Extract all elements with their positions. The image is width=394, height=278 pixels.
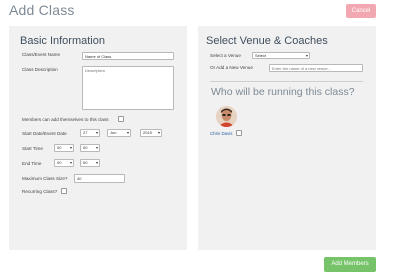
new-venue-input[interactable]: [269, 64, 363, 72]
max-size-label: Maximum Class Size?: [22, 176, 68, 181]
class-description-label: Class Description: [22, 67, 58, 72]
recurring-label: Recurring Class?: [22, 189, 58, 194]
chevron-down-icon: ▾: [69, 145, 72, 150]
class-name-label: Class/Event Name: [22, 52, 61, 57]
end-time-label: End Time: [22, 161, 42, 166]
class-description-textarea[interactable]: [82, 66, 174, 110]
start-minute-select[interactable]: 00 ▾: [80, 144, 100, 152]
recurring-checkbox[interactable]: [61, 188, 67, 194]
start-minute-value: 00: [83, 145, 88, 150]
coach-name-link[interactable]: Chris Davis: [210, 131, 232, 136]
start-time-label: Start Time: [22, 146, 43, 151]
chevron-down-icon: ▾: [305, 53, 308, 58]
venue-coaches-heading: Select Venue & Coaches: [206, 35, 328, 47]
new-venue-label: Or Add a New Venue: [210, 65, 253, 70]
chevron-down-icon: ▾: [69, 160, 72, 165]
chevron-down-icon: ▾: [126, 130, 129, 135]
cancel-button[interactable]: Cancel: [346, 4, 376, 18]
venue-select-value: Select: [255, 53, 267, 58]
chevron-down-icon: ▾: [95, 130, 98, 135]
coaches-heading: Who will be running this class?: [211, 86, 355, 98]
venue-select[interactable]: Select ▾: [252, 52, 310, 59]
start-year-value: 2015: [143, 130, 152, 135]
add-members-button[interactable]: Add Members: [324, 257, 376, 272]
class-name-input[interactable]: [82, 52, 174, 60]
chevron-down-icon: ▾: [157, 130, 160, 135]
venue-coaches-panel: [198, 26, 376, 250]
end-minute-select[interactable]: 00 ▾: [80, 159, 100, 167]
start-day-value: 27: [83, 130, 88, 135]
avatar: [216, 106, 237, 127]
coach-photo-icon: [216, 106, 237, 127]
end-minute-value: 00: [83, 160, 88, 165]
end-hour-select[interactable]: 00 ▾: [54, 159, 74, 167]
start-hour-select[interactable]: 00 ▾: [54, 144, 74, 152]
page-title: Add Class: [9, 2, 75, 18]
start-day-select[interactable]: 27 ▾: [80, 129, 100, 137]
basic-information-heading: Basic Information: [20, 35, 105, 47]
members-add-checkbox[interactable]: [118, 116, 124, 122]
max-size-input[interactable]: [74, 174, 125, 183]
chevron-down-icon: ▾: [95, 145, 98, 150]
start-year-select[interactable]: 2015 ▾: [140, 129, 162, 137]
start-date-label: Start Date/Event Date: [22, 131, 67, 136]
chevron-down-icon: ▾: [95, 160, 98, 165]
start-hour-value: 00: [57, 145, 62, 150]
members-add-label: Members can add themselves to this class: [22, 117, 109, 122]
divider: [210, 81, 363, 82]
coach-select-checkbox[interactable]: [236, 130, 242, 136]
end-hour-value: 00: [57, 160, 62, 165]
start-month-select[interactable]: Jun ▾: [107, 129, 131, 137]
start-month-value: Jun: [110, 130, 117, 135]
select-venue-label: Select a Venue: [210, 53, 241, 58]
